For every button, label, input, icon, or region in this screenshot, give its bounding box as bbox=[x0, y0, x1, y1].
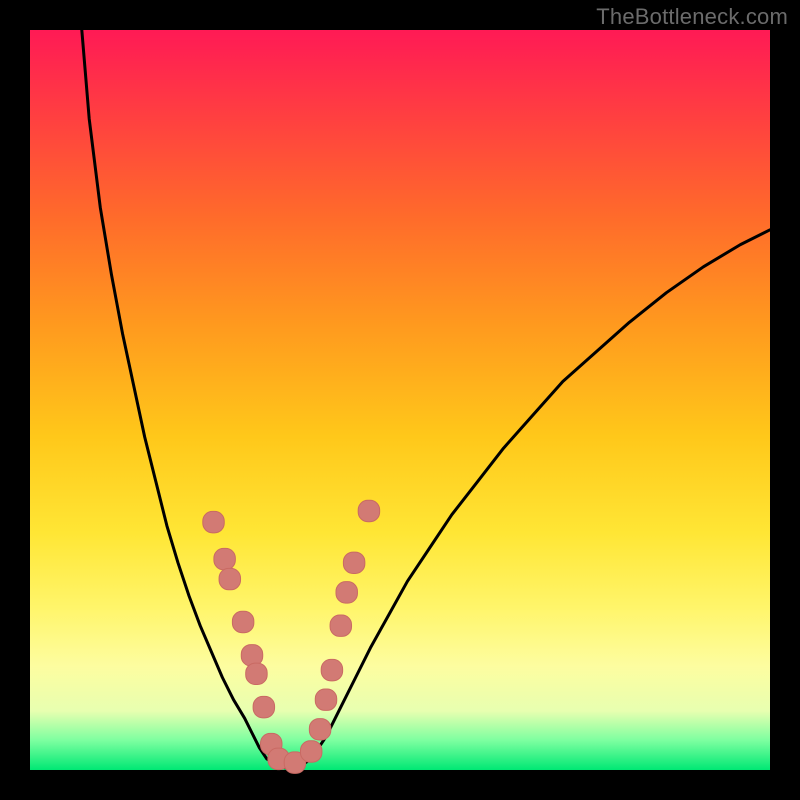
watermark-text: TheBottleneck.com bbox=[596, 4, 788, 30]
data-marker bbox=[343, 552, 364, 573]
data-marker bbox=[300, 741, 321, 762]
data-marker bbox=[315, 689, 336, 710]
data-marker bbox=[358, 500, 379, 521]
data-marker bbox=[246, 663, 267, 684]
data-marker bbox=[203, 511, 224, 532]
data-marker bbox=[330, 615, 351, 636]
data-marker bbox=[253, 696, 274, 717]
data-marker bbox=[321, 659, 342, 680]
plot-area bbox=[30, 30, 770, 770]
bottleneck-curve bbox=[82, 30, 770, 769]
chart-frame: TheBottleneck.com bbox=[0, 0, 800, 800]
data-marker bbox=[232, 611, 253, 632]
curve-layer bbox=[82, 30, 770, 769]
marker-layer bbox=[203, 500, 380, 773]
data-marker bbox=[219, 568, 240, 589]
data-marker bbox=[309, 719, 330, 740]
chart-svg bbox=[30, 30, 770, 770]
data-marker bbox=[336, 582, 357, 603]
data-marker bbox=[214, 548, 235, 569]
